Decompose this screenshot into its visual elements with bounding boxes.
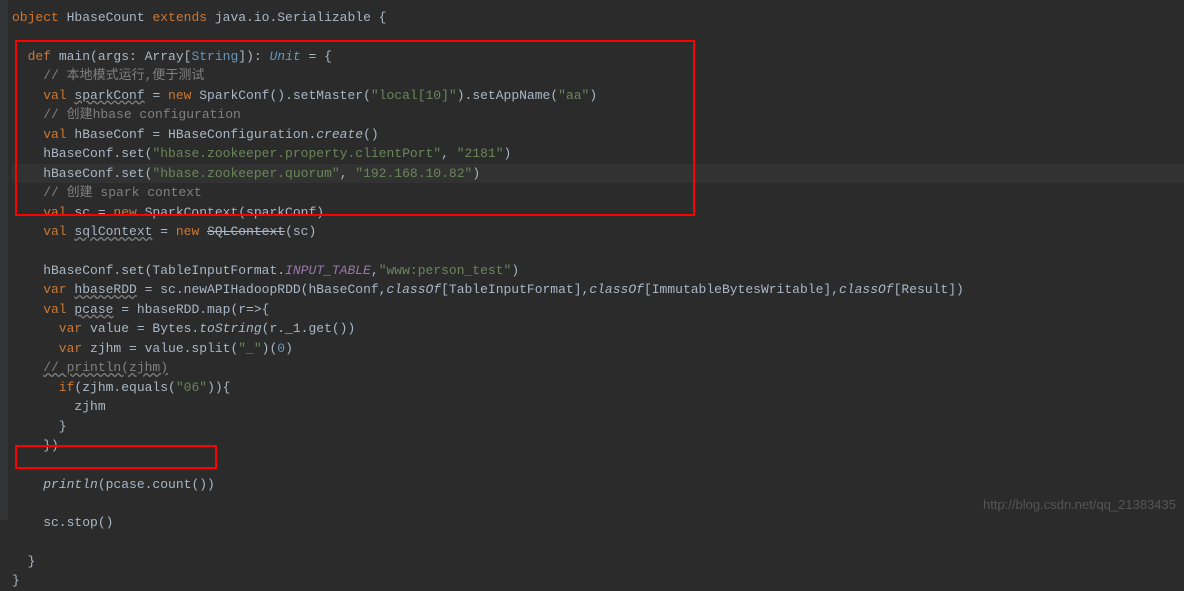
code-line: } xyxy=(12,571,1184,591)
code-line: object HbaseCount extends java.io.Serial… xyxy=(12,8,1184,28)
keyword: new xyxy=(113,205,136,220)
string: "www:person_test" xyxy=(379,263,512,278)
code-line: val hBaseConf = HBaseConfiguration.creat… xyxy=(12,125,1184,145)
code-line: // 创建 spark context xyxy=(12,183,1184,203)
editor-gutter xyxy=(0,0,8,520)
code-line: hBaseConf.set("hbase.zookeeper.quorum", … xyxy=(12,164,1184,184)
keyword: var xyxy=(12,282,67,297)
keyword: var xyxy=(12,321,82,336)
code-line: // println(zjhm) xyxy=(12,358,1184,378)
code-line: }) xyxy=(12,436,1184,456)
code-line: hBaseConf.set(TableInputFormat.INPUT_TAB… xyxy=(12,261,1184,281)
keyword: if xyxy=(12,380,74,395)
code-line: var hbaseRDD = sc.newAPIHadoopRDD(hBaseC… xyxy=(12,280,1184,300)
code-line: var zjhm = value.split("_")(0) xyxy=(12,339,1184,359)
code-line: def main(args: Array[String]): Unit = { xyxy=(12,47,1184,67)
code-line: } xyxy=(12,552,1184,572)
string: "192.168.10.82" xyxy=(355,166,472,181)
keyword: val xyxy=(12,224,67,239)
string: "aa" xyxy=(558,88,589,103)
code-line: } xyxy=(12,417,1184,437)
keyword: extends xyxy=(152,10,207,25)
code-line xyxy=(12,28,1184,47)
code-line: // 本地模式运行,便于测试 xyxy=(12,66,1184,86)
code-line: val sc = new SparkContext(sparkConf) xyxy=(12,203,1184,223)
comment: // 创建hbase configuration xyxy=(12,107,241,122)
code-line: val pcase = hbaseRDD.map(r=>{ xyxy=(12,300,1184,320)
code-line xyxy=(12,456,1184,475)
keyword: val xyxy=(12,88,67,103)
code-line xyxy=(12,242,1184,261)
code-line: hBaseConf.set("hbase.zookeeper.property.… xyxy=(12,144,1184,164)
comment: // println(zjhm) xyxy=(43,360,168,375)
code-line: // 创建hbase configuration xyxy=(12,105,1184,125)
code-line: var value = Bytes.toString(r._1.get()) xyxy=(12,319,1184,339)
type: String xyxy=(191,49,238,64)
code-line: zjhm xyxy=(12,397,1184,417)
keyword: new xyxy=(176,224,199,239)
code-line: val sqlContext = new SQLContext(sc) xyxy=(12,222,1184,242)
string: "_" xyxy=(238,341,261,356)
keyword: val xyxy=(12,127,67,142)
code-line: sc.stop() xyxy=(12,513,1184,533)
comment: // 本地模式运行,便于测试 xyxy=(12,68,204,83)
string: "hbase.zookeeper.property.clientPort" xyxy=(152,146,441,161)
keyword: var xyxy=(12,341,82,356)
type: Unit xyxy=(269,49,300,64)
code-line: println(pcase.count()) xyxy=(12,475,1184,495)
string: "hbase.zookeeper.quorum" xyxy=(152,166,339,181)
watermark: http://blog.csdn.net/qq_21383435 xyxy=(983,495,1176,515)
code-line: val sparkConf = new SparkConf().setMaste… xyxy=(12,86,1184,106)
string: "2181" xyxy=(457,146,504,161)
keyword: object xyxy=(12,10,59,25)
keyword: def xyxy=(12,49,51,64)
code-line xyxy=(12,533,1184,552)
keyword: val xyxy=(12,205,67,220)
string: "local[10]" xyxy=(371,88,457,103)
string: "06" xyxy=(176,380,207,395)
comment: // 创建 spark context xyxy=(12,185,202,200)
code-line: if(zjhm.equals("06")){ xyxy=(12,378,1184,398)
keyword: new xyxy=(168,88,191,103)
keyword: val xyxy=(12,302,67,317)
